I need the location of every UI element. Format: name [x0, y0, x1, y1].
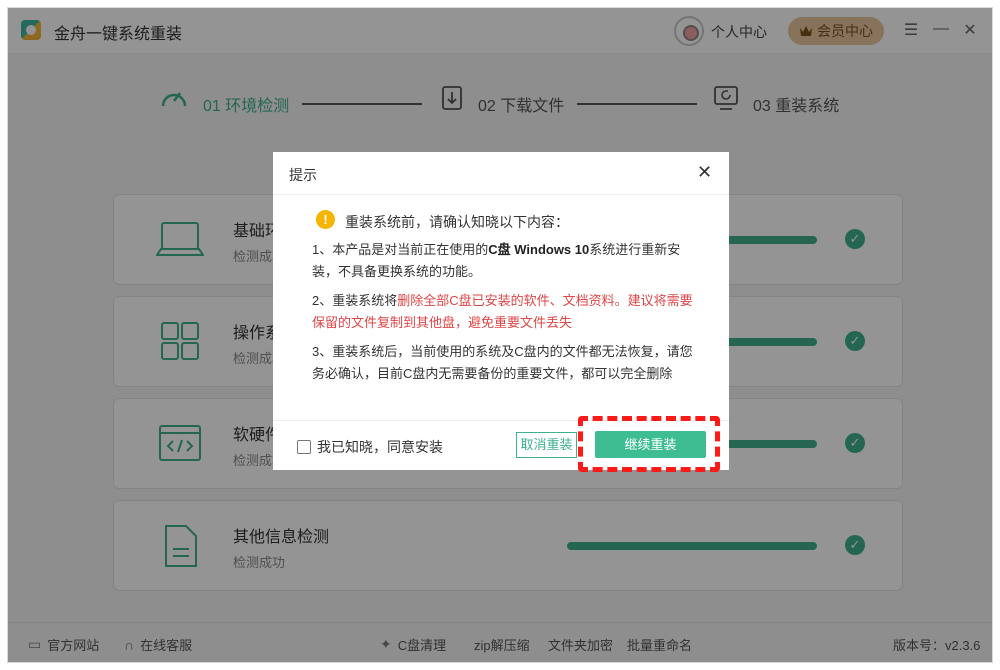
dialog-close-icon[interactable]: ✕: [697, 162, 712, 183]
cancel-reinstall-button[interactable]: 取消重装: [516, 432, 577, 458]
agree-checkbox[interactable]: 我已知晓，同意安装: [297, 437, 443, 457]
highlight-box: [578, 416, 720, 472]
dialog-title: 提示: [289, 167, 317, 183]
notice-item-3: 3、重装系统后，当前使用的系统及C盘内的文件都无法恢复，请您务必确认，目前C盘内…: [312, 344, 693, 381]
divider: [273, 194, 729, 195]
notice-item-1: 1、本产品是对当前正在使用的C盘 Windows 10系统进行重新安装，不具备更…: [312, 242, 681, 279]
notice-item-2: 2、重装系统将删除全部C盘已安装的软件、文档资料。建议将需要保留的文件复制到其他…: [312, 293, 693, 330]
app-window: 金舟一键系统重装 个人中心 会员中心 ☰ — ✕ 01 环境检测 02 下载文件…: [7, 7, 993, 663]
agree-label: 我已知晓，同意安装: [317, 439, 443, 455]
warning-icon: !: [316, 210, 335, 229]
warning-title: 重装系统前，请确认知晓以下内容：: [345, 214, 569, 230]
checkbox-icon[interactable]: [297, 440, 311, 454]
